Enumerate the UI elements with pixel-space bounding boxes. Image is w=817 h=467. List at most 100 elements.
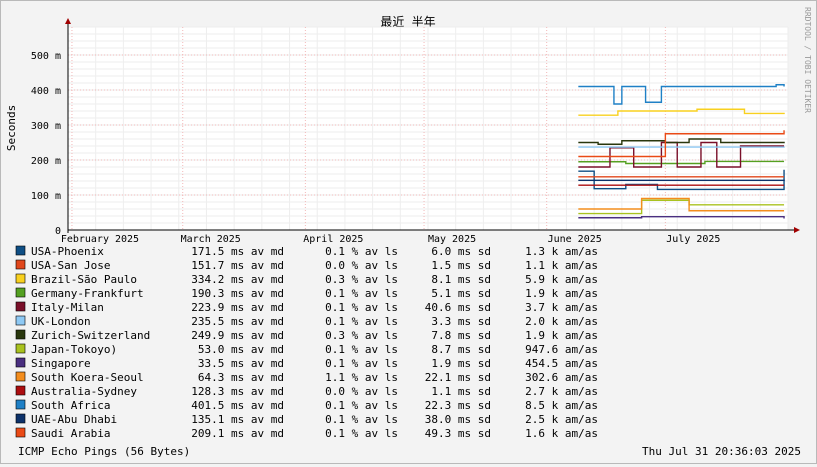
legend-swatch: [15, 329, 26, 340]
legend-series-name: USA-San Jose: [31, 259, 110, 272]
y-axis-label: Seconds: [5, 105, 18, 151]
legend-swatch: [15, 399, 26, 410]
x-tick-label: June 2025: [548, 234, 602, 245]
legend-median: 171.5 ms av md: [191, 245, 284, 258]
legend-median: 401.5 ms av md: [191, 399, 284, 412]
legend-median: 249.9 ms av md: [191, 329, 284, 342]
legend-series-name: Singapore: [31, 357, 91, 370]
legend-loss: 0.1 % av ls: [325, 413, 398, 426]
legend-amas: 947.6 am/as: [525, 343, 598, 356]
legend-swatch: [15, 357, 26, 368]
legend-amas: 1.9 k am/as: [525, 329, 598, 342]
legend-loss: 0.0 % av ls: [325, 259, 398, 272]
legend-series-name: USA-Phoenix: [31, 245, 104, 258]
legend-stddev: 8.7 ms sd: [431, 343, 491, 356]
legend: USA-Phoenix 171.5 ms av md 0.1 % av ls 6.0 …: [15, 245, 598, 440]
legend-median: 190.3 ms av md: [191, 287, 284, 300]
legend-swatch: [15, 343, 26, 354]
legend-stddev: 7.8 ms sd: [431, 329, 491, 342]
legend-swatch: [15, 315, 26, 326]
legend-amas: 3.7 k am/as: [525, 301, 598, 314]
y-tick-label: 100 m: [31, 191, 61, 202]
legend-stddev: 40.6 ms sd: [425, 301, 491, 314]
y-axis-arrow: [65, 18, 71, 24]
legend-loss: 0.3 % av ls: [325, 329, 398, 342]
legend-loss: 0.1 % av ls: [325, 315, 398, 328]
legend-series-name: Brazil-São Paulo: [31, 273, 137, 286]
y-tick-label: 500 m: [31, 51, 61, 62]
legend-median: 135.1 ms av md: [191, 413, 284, 426]
legend-loss: 0.1 % av ls: [325, 343, 398, 356]
legend-amas: 1.6 k am/as: [525, 427, 598, 440]
legend-amas: 2.0 k am/as: [525, 315, 598, 328]
x-axis-arrow: [794, 227, 800, 233]
x-tick-label: July 2025: [666, 234, 720, 245]
legend-swatch: [15, 273, 26, 284]
footer-source: ICMP Echo Pings (56 Bytes): [18, 445, 190, 458]
legend-stddev: 22.3 ms sd: [425, 399, 491, 412]
latency-chart: 最近 半年 Seconds RRDTOOL / TOBI OETIKER 010…: [5, 7, 812, 458]
legend-series-name: Germany-Frankfurt: [31, 287, 144, 300]
legend-swatch: [15, 287, 26, 298]
legend-series-name: South Africa: [31, 399, 110, 412]
legend-median: 235.5 ms av md: [191, 315, 284, 328]
legend-median: 334.2 ms av md: [191, 273, 284, 286]
legend-stddev: 1.1 ms sd: [431, 385, 491, 398]
x-axis-ticks: February 2025 March 2025 April 2025 May 202…: [61, 234, 721, 245]
legend-loss: 0.0 % av ls: [325, 385, 398, 398]
legend-series-name: Zurich-Switzerland: [31, 329, 150, 342]
x-tick-label: February 2025: [61, 234, 139, 245]
legend-amas: 1.3 k am/as: [525, 245, 598, 258]
legend-median: 33.5 ms av md: [198, 357, 284, 370]
legend-loss: 0.1 % av ls: [325, 427, 398, 440]
legend-amas: 1.1 k am/as: [525, 259, 598, 272]
graph-frame: 最近 半年 Seconds RRDTOOL / TOBI OETIKER 0 10…: [0, 0, 817, 464]
legend-series-name: UAE-Abu Dhabi: [31, 413, 117, 426]
legend-series-name: Australia-Sydney: [31, 385, 137, 398]
legend-swatch: [15, 385, 26, 396]
legend-loss: 0.1 % av ls: [325, 287, 398, 300]
legend-series-name: Japan-Tokoyo): [31, 343, 117, 356]
legend-stddev: 1.9 ms sd: [431, 357, 491, 370]
legend-stddev: 22.1 ms sd: [425, 371, 491, 384]
y-tick-label: 200 m: [31, 156, 61, 167]
legend-swatch: [15, 245, 26, 256]
legend-median: 223.9 ms av md: [191, 301, 284, 314]
legend-stddev: 6.0 ms sd: [431, 245, 491, 258]
legend-loss: 1.1 % av ls: [325, 371, 398, 384]
footer-timestamp: Thu Jul 31 20:36:03 2025: [642, 445, 801, 458]
legend-stddev: 49.3 ms sd: [425, 427, 491, 440]
y-tick-label: 400 m: [31, 86, 61, 97]
legend-loss: 0.1 % av ls: [325, 399, 398, 412]
legend-series-name: Italy-Milan: [31, 301, 104, 314]
legend-median: 53.0 ms av md: [198, 343, 284, 356]
legend-amas: 2.5 k am/as: [525, 413, 598, 426]
legend-amas: 5.9 k am/as: [525, 273, 598, 286]
x-tick-label: May 2025: [428, 234, 476, 245]
legend-series-name: Saudi Arabia: [31, 427, 110, 440]
legend-stddev: 3.3 ms sd: [431, 315, 491, 328]
legend-median: 209.1 ms av md: [191, 427, 284, 440]
series-line: [578, 146, 785, 148]
series-line: [578, 179, 785, 181]
legend-amas: 2.7 k am/as: [525, 385, 598, 398]
legend-stddev: 5.1 ms sd: [431, 287, 491, 300]
legend-swatch: [15, 427, 26, 438]
legend-median: 128.3 ms av md: [191, 385, 284, 398]
x-tick-label: March 2025: [181, 234, 241, 245]
legend-median: 64.3 ms av md: [198, 371, 284, 384]
legend-stddev: 8.1 ms sd: [431, 273, 491, 286]
legend-loss: 0.1 % av ls: [325, 301, 398, 314]
legend-stddev: 1.5 ms sd: [431, 259, 491, 272]
x-tick-label: April 2025: [303, 234, 363, 245]
legend-swatch: [15, 371, 26, 382]
y-axis-ticks: 0100 m200 m300 m400 m500 m: [31, 51, 61, 237]
legend-swatch: [15, 301, 26, 312]
rrdtool-watermark: RRDTOOL / TOBI OETIKER: [803, 7, 812, 113]
legend-amas: 454.5 am/as: [525, 357, 598, 370]
legend-amas: 1.9 k am/as: [525, 287, 598, 300]
legend-loss: 0.1 % av ls: [325, 357, 398, 370]
legend-loss: 0.1 % av ls: [325, 245, 398, 258]
legend-amas: 302.6 am/as: [525, 371, 598, 384]
legend-median: 151.7 ms av md: [191, 259, 284, 272]
